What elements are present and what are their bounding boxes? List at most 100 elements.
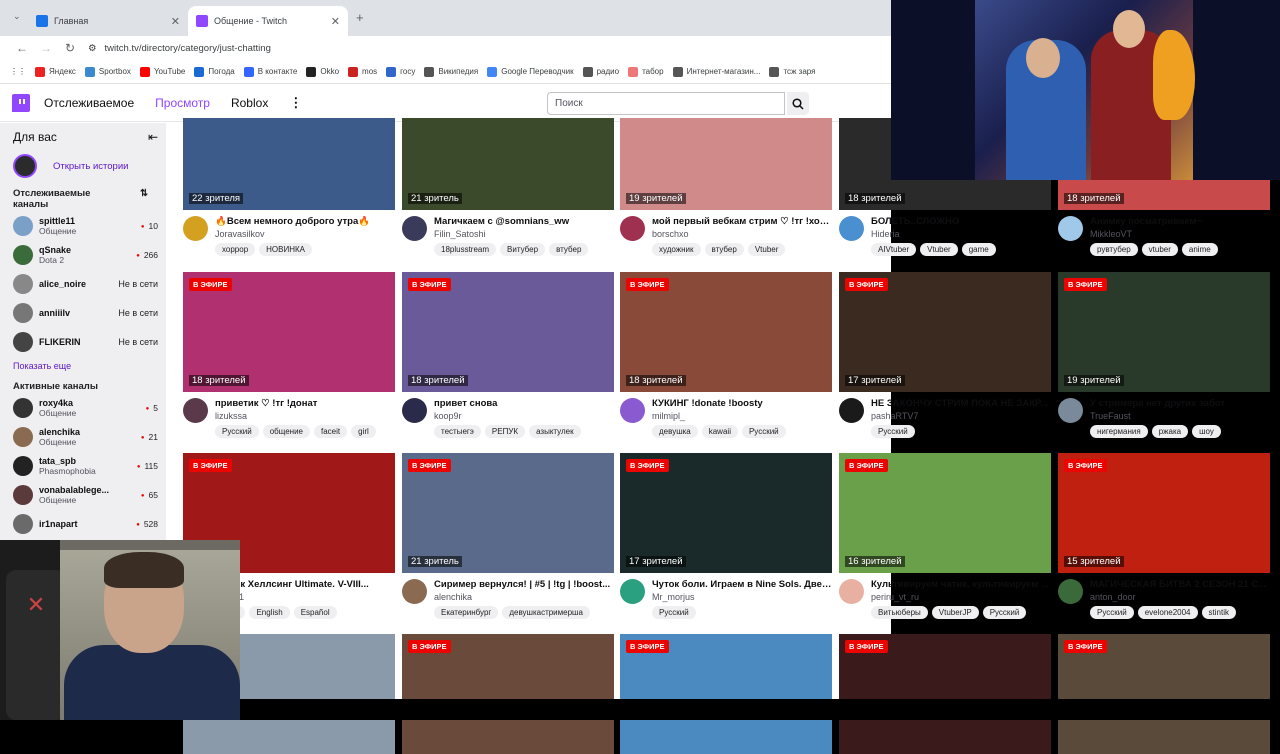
stream-thumbnail[interactable]: В ЭФИРЕ	[1058, 634, 1270, 754]
stream-tag[interactable]: хоррор	[215, 243, 256, 256]
stream-tag[interactable]: Екатеринбург	[434, 606, 499, 619]
stream-card[interactable]: 21 зритель Магичкаем с @somnians_ww Filin_…	[402, 118, 614, 256]
close-icon[interactable]: ✕	[171, 15, 180, 28]
stream-tag[interactable]: втубер	[704, 243, 744, 256]
search-button[interactable]	[787, 92, 809, 115]
stream-tag[interactable]: faceit	[314, 425, 348, 438]
bookmark-item[interactable]: Википедия	[424, 66, 478, 77]
channel-avatar[interactable]	[1058, 216, 1083, 241]
stream-title[interactable]: Культивируем чатик, культивируем ...	[871, 579, 1051, 590]
channel-name[interactable]: milmipl_	[652, 411, 832, 421]
stream-tag[interactable]: ржака	[1151, 425, 1189, 438]
stream-thumbnail[interactable]: В ЭФИРЕ 18 зрителей	[620, 272, 832, 392]
bookmark-item[interactable]: радио	[582, 66, 619, 77]
bookmark-item[interactable]: Google Переводчик	[487, 66, 574, 77]
forward-icon[interactable]: →	[34, 41, 58, 55]
stream-thumbnail[interactable]: В ЭФИРЕ	[402, 634, 614, 754]
stories-link[interactable]: Открыть истории	[13, 154, 158, 178]
channel-avatar[interactable]	[402, 216, 427, 241]
search-input[interactable]: Поиск	[547, 92, 785, 115]
stream-title[interactable]: Сиример вернулся! | #5 | !tg | !boost...	[434, 579, 614, 590]
stream-tag[interactable]: Vtuber	[920, 243, 958, 256]
stream-tag[interactable]: втубер	[549, 243, 589, 256]
stream-card[interactable]: В ЭФИРЕ	[839, 634, 1051, 754]
channel-name[interactable]: anton_door	[1090, 592, 1270, 602]
stream-tag[interactable]: Vtuber	[747, 243, 786, 256]
stream-tag[interactable]: AIVtuber	[871, 243, 917, 256]
active-channel-item[interactable]: vonabalablege...Общение65	[13, 481, 158, 508]
stream-tag[interactable]: нигермания	[1090, 425, 1148, 438]
stream-tag[interactable]: anime	[1181, 243, 1218, 256]
stream-title[interactable]: КУКИНГ !donate !boosty	[652, 398, 832, 409]
stream-title[interactable]: МАГИЧЕСКАЯ БИТВА 2 СЕЗОН 21 С...	[1090, 579, 1270, 590]
followed-channel-item[interactable]: alice_noire Не в сети	[13, 270, 158, 297]
site-info-icon[interactable]: ⚙	[88, 43, 97, 54]
stream-card[interactable]: В ЭФИРЕ 18 зрителей приветик ♡ !тг !донат l…	[183, 272, 395, 438]
stream-card[interactable]: В ЭФИРЕ 21 зритель Сиример вернулся! | #5 …	[402, 453, 614, 619]
bookmark-item[interactable]: mos	[348, 66, 377, 77]
stream-tag[interactable]: stintik	[1201, 606, 1236, 619]
channel-avatar[interactable]	[839, 398, 864, 423]
bookmark-item[interactable]: Okko	[306, 66, 339, 77]
channel-name[interactable]: lizukssa	[215, 411, 395, 421]
stream-card[interactable]: В ЭФИРЕ 16 зрителей Культивируем чатик, ку…	[839, 453, 1051, 619]
followed-channel-item[interactable]: spittle11Общение10	[13, 212, 158, 239]
stream-tag[interactable]: шоу	[1192, 425, 1221, 438]
stream-tag[interactable]: English	[249, 606, 290, 619]
stream-tag[interactable]: vtuber	[1141, 243, 1178, 256]
stream-tag[interactable]: общение	[262, 425, 310, 438]
followed-channel-item[interactable]: qSnakeDota 2266	[13, 241, 158, 268]
back-icon[interactable]: ←	[10, 41, 34, 55]
channel-name[interactable]: Hideria	[871, 229, 1051, 239]
stream-tag[interactable]: НОВИНКА	[259, 243, 313, 256]
active-channel-item[interactable]: roxy4kaОбщение5	[13, 394, 158, 421]
stream-card[interactable]: В ЭФИРЕ 17 зрителей Чуток боли. Играем в N…	[620, 453, 832, 619]
stream-title[interactable]: 31 мск Хеллсинг Ultimate. V-VIII...	[215, 579, 395, 590]
nav-following[interactable]: Отслеживаемое	[44, 96, 134, 110]
stream-tag[interactable]: kawaii	[701, 425, 738, 438]
bookmark-item[interactable]: YouTube	[139, 66, 185, 77]
stream-tag[interactable]: азыктулек	[529, 425, 581, 438]
stream-tag[interactable]: художник	[652, 243, 701, 256]
channel-name[interactable]: Filin_Satoshi	[434, 229, 614, 239]
tab-search-icon[interactable]: ⌄	[13, 11, 21, 22]
channel-avatar[interactable]	[1058, 398, 1083, 423]
channel-avatar[interactable]	[183, 398, 208, 423]
stream-card[interactable]: В ЭФИРЕ 18 зрителей привет снова koop9r тест…	[402, 272, 614, 438]
stream-title[interactable]: Магичкаем с @somnians_ww	[434, 216, 614, 227]
stream-tag[interactable]: Русский	[982, 606, 1027, 619]
channel-avatar[interactable]	[620, 579, 645, 604]
stream-thumbnail[interactable]: 19 зрителей	[620, 118, 832, 210]
close-icon[interactable]: ✕	[331, 15, 340, 28]
bookmark-item[interactable]: Sportbox	[84, 66, 131, 77]
stream-title[interactable]: 🔥Всем немного доброго утра🔥	[215, 216, 395, 227]
channel-name[interactable]: Joravasilkov	[215, 229, 395, 239]
stream-thumbnail[interactable]: В ЭФИРЕ 16 зрителей	[839, 453, 1051, 573]
stream-thumbnail[interactable]: В ЭФИРЕ 17 зрителей	[620, 453, 832, 573]
twitch-logo-icon[interactable]	[12, 93, 30, 112]
stream-tag[interactable]: рувтубер	[1090, 243, 1138, 256]
new-tab-icon[interactable]: +	[356, 10, 364, 25]
stream-card[interactable]: В ЭФИРЕ 18 зрителей КУКИНГ !donate !boosty…	[620, 272, 832, 438]
channel-name[interactable]: TrueFaust	[1090, 411, 1270, 421]
stream-card[interactable]: В ЭФИРЕ	[402, 634, 614, 754]
stream-tag[interactable]: game	[961, 243, 996, 256]
stream-thumbnail[interactable]: В ЭФИРЕ 18 зрителей	[402, 272, 614, 392]
bookmark-item[interactable]: табор	[628, 66, 664, 77]
stream-title[interactable]: мой первый вебкам стрим ♡ !тг !хор...	[652, 216, 832, 227]
tab-home[interactable]: Главная ✕	[28, 6, 188, 36]
active-channel-item[interactable]: tata_spbPhasmophobia115	[13, 452, 158, 479]
nav-roblox[interactable]: Roblox	[231, 96, 268, 110]
nav-browse[interactable]: Просмотр	[155, 96, 210, 110]
stream-tag[interactable]: Витубер	[500, 243, 546, 256]
stream-title[interactable]: Анимку посматриваем~	[1090, 216, 1270, 227]
url-field[interactable]: ⚙ twitch.tv/directory/category/just-chat…	[88, 43, 271, 54]
stream-tag[interactable]: Русский	[741, 425, 786, 438]
stream-tag[interactable]: девушка	[652, 425, 698, 438]
stream-thumbnail[interactable]: В ЭФИРЕ	[839, 634, 1051, 754]
stream-tag[interactable]: Español	[293, 606, 337, 619]
active-channel-item[interactable]: ir1napart 528	[13, 510, 158, 537]
apps-icon[interactable]: ⋮⋮	[10, 67, 26, 76]
stream-thumbnail[interactable]: В ЭФИРЕ 17 зрителей	[839, 272, 1051, 392]
channel-avatar[interactable]	[839, 579, 864, 604]
